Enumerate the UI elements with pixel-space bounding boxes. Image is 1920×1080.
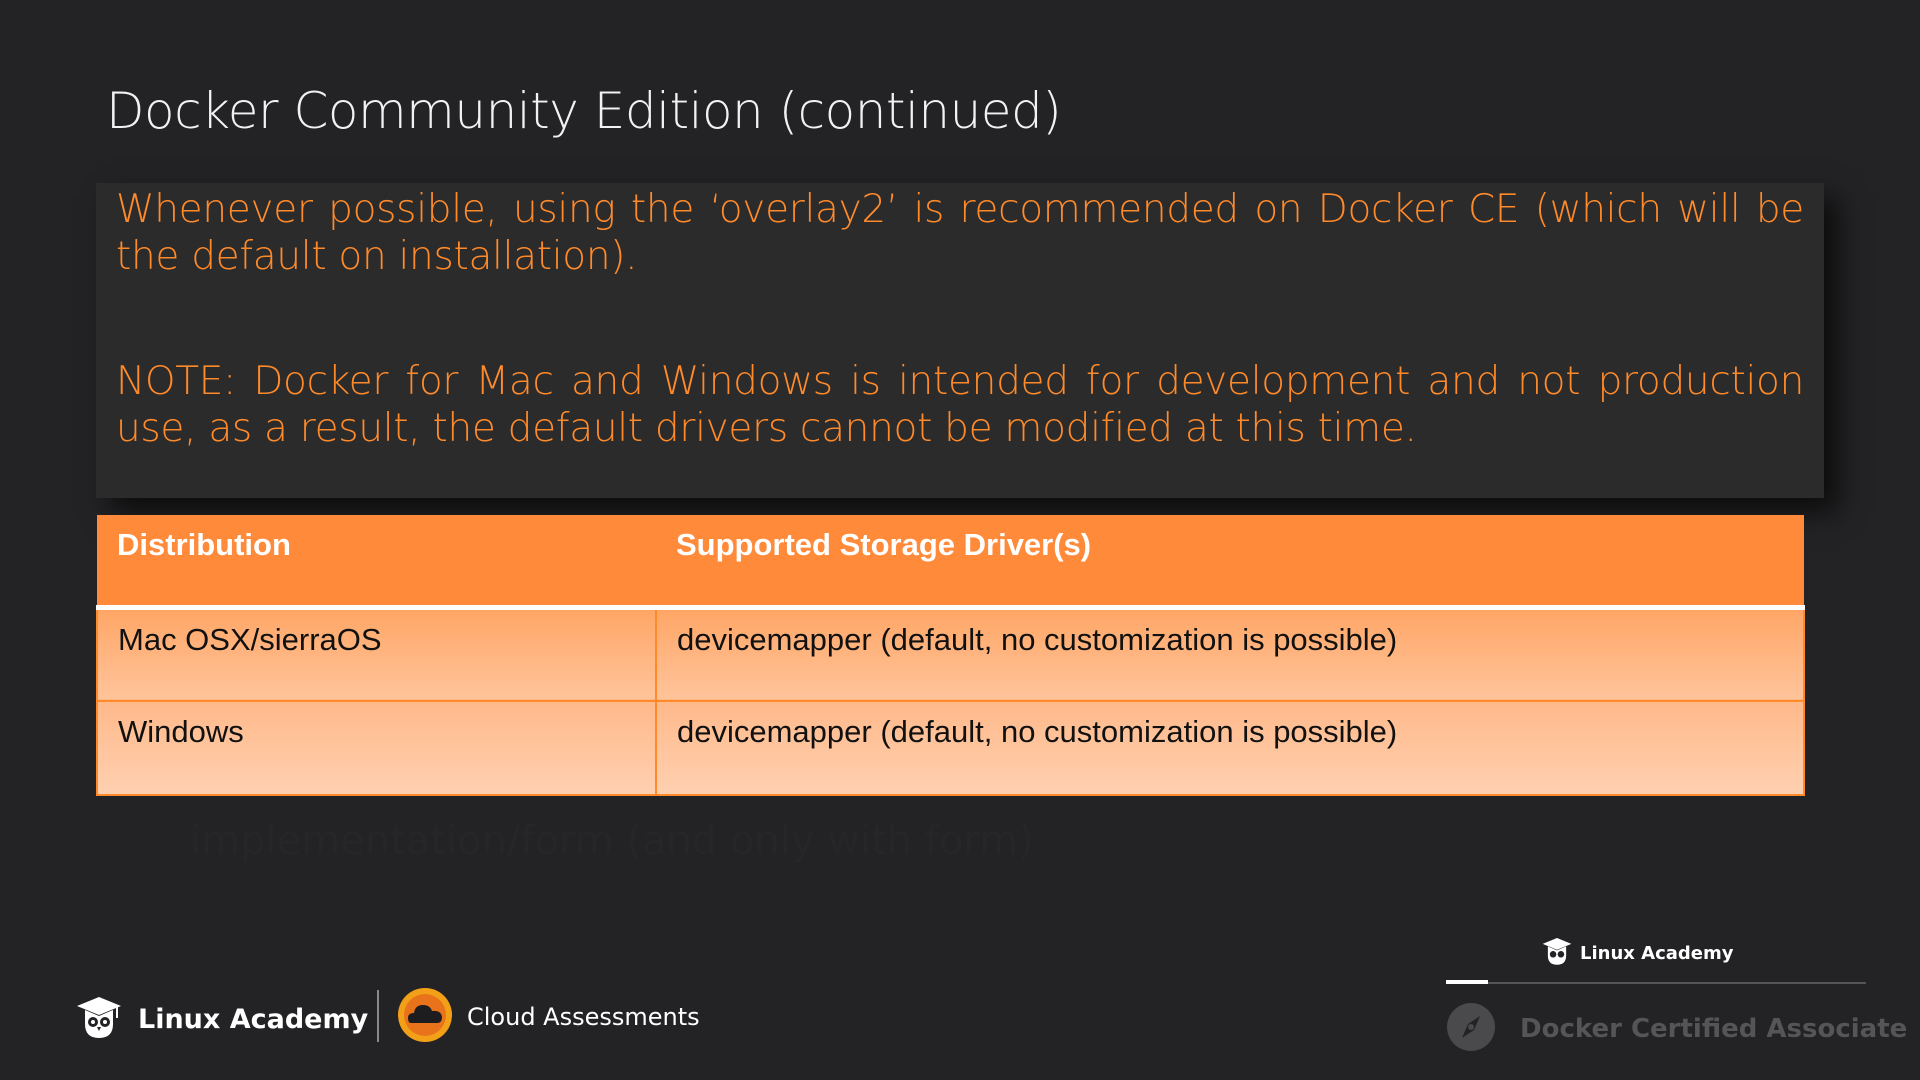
- linux-academy-logo: Linux Academy: [76, 994, 368, 1044]
- slide-title: Docker Community Edition (continued): [106, 82, 1062, 140]
- note-box: Whenever possible, using the ‘overlay2’ …: [96, 183, 1824, 498]
- footer-divider: [377, 990, 379, 1042]
- course-progress-bar: [1446, 980, 1488, 984]
- storage-driver-table: Distribution Supported Storage Driver(s)…: [96, 515, 1805, 796]
- header-distribution: Distribution: [97, 515, 656, 610]
- cloud-assessments-logo: Cloud Assessments: [397, 987, 700, 1047]
- owl-graduation-cap-icon: [1542, 936, 1572, 971]
- cell-storage-driver: devicemapper (default, no customization …: [655, 700, 1805, 796]
- course-widget-brand-name: Linux Academy: [1580, 943, 1734, 964]
- header-storage-driver: Supported Storage Driver(s): [656, 515, 1804, 610]
- owl-graduation-cap-icon: [76, 994, 122, 1044]
- cell-distribution: Windows: [96, 700, 657, 796]
- table-row: Mac OSX/sierraOS devicemapper (default, …: [96, 606, 1805, 702]
- cell-distribution: Mac OSX/sierraOS: [96, 606, 657, 702]
- cloud-assessments-icon: [397, 987, 453, 1047]
- course-title-row[interactable]: Docker Certified Associate: [1446, 1002, 1907, 1056]
- note-paragraph-mac-windows: NOTE: Docker for Mac and Windows is inte…: [116, 359, 1804, 451]
- footer-brand-name: Linux Academy: [138, 1003, 369, 1035]
- cloud-assessments-label: Cloud Assessments: [467, 1003, 700, 1031]
- table-row: Windows devicemapper (default, no custom…: [96, 700, 1805, 796]
- course-progress-track: [1446, 982, 1866, 984]
- cell-storage-driver: devicemapper (default, no customization …: [655, 606, 1805, 702]
- course-title: Docker Certified Associate: [1520, 1014, 1908, 1044]
- background-text: implementation/form (and only with form): [190, 818, 1034, 864]
- note-paragraph-overlay2: Whenever possible, using the ‘overlay2’ …: [116, 187, 1804, 279]
- course-widget-brand: Linux Academy: [1542, 936, 1733, 971]
- compass-icon: [1446, 1002, 1496, 1056]
- table-header-row: Distribution Supported Storage Driver(s): [97, 515, 1804, 610]
- course-progress-widget: Linux Academy Docker Certified Associate: [1446, 936, 1907, 1056]
